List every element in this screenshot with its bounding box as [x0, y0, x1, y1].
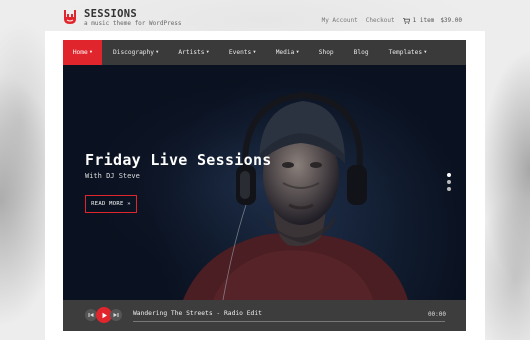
site-tagline: a music theme for WordPress [84, 20, 182, 27]
slider-dot[interactable] [447, 180, 451, 184]
nav-item-artists[interactable]: Artists ▼ [168, 40, 219, 65]
cart-count: 1 item [412, 17, 435, 24]
nav-item-discography[interactable]: Discography ▼ [102, 40, 168, 65]
chevron-down-icon: ▼ [296, 49, 299, 54]
hero-title: Friday Live Sessions [85, 151, 272, 169]
track-title: Wandering The Streets - Radio Edit [133, 310, 262, 317]
nav-label: Media [275, 49, 295, 56]
hero-slider: Friday Live Sessions With DJ Steve READ … [63, 65, 466, 300]
hero-subtitle: With DJ Steve [85, 172, 140, 180]
nav-label: Blog [353, 49, 369, 56]
cart-link[interactable]: 1 item $39.00 [402, 17, 462, 24]
main-navigation: Home ▼ Discography ▼ Artists ▼ Events ▼ Medi… [63, 40, 466, 65]
chevron-down-icon: ▼ [89, 49, 93, 54]
my-account-link[interactable]: My Account [322, 17, 358, 24]
nav-item-events[interactable]: Events ▼ [219, 40, 266, 65]
slider-dot[interactable] [447, 187, 451, 191]
hero-image [63, 65, 466, 300]
slider-dots [447, 173, 451, 191]
chevron-down-icon: ▼ [155, 49, 159, 54]
rock-hand-icon[interactable] [62, 8, 78, 26]
nav-label: Artists [178, 49, 205, 56]
next-icon [113, 313, 119, 317]
slider-dot[interactable] [447, 173, 451, 177]
nav-label: Discography [113, 49, 154, 56]
chevron-down-icon: ▼ [253, 49, 256, 54]
nav-label: Home [72, 49, 88, 56]
read-more-button[interactable]: READ MORE » [85, 195, 137, 213]
cart-total: $39.00 [440, 17, 462, 24]
track-time: 00:00 [427, 311, 446, 318]
chevron-down-icon: ▼ [424, 49, 427, 54]
nav-item-blog[interactable]: Blog [344, 40, 379, 65]
nav-item-home[interactable]: Home ▼ [63, 40, 102, 65]
nav-item-shop[interactable]: Shop [309, 40, 344, 65]
next-button[interactable] [110, 309, 122, 321]
progress-bar[interactable] [133, 321, 445, 322]
chevron-down-icon: ▼ [206, 49, 209, 54]
previous-icon [88, 313, 94, 317]
audio-player: Wandering The Streets - Radio Edit 00:00 [63, 300, 466, 331]
play-icon [102, 312, 107, 318]
nav-item-templates[interactable]: Templates ▼ [379, 40, 437, 65]
nav-label: Templates [388, 49, 423, 56]
nav-label: Events [228, 49, 252, 56]
header-links: My Account Checkout 1 item $39.00 [322, 17, 462, 24]
nav-item-media[interactable]: Media ▼ [266, 40, 309, 65]
checkout-link[interactable]: Checkout [366, 17, 395, 24]
cart-icon [402, 17, 410, 24]
site-title[interactable]: SESSIONS [84, 8, 137, 20]
nav-label: Shop [318, 49, 334, 56]
